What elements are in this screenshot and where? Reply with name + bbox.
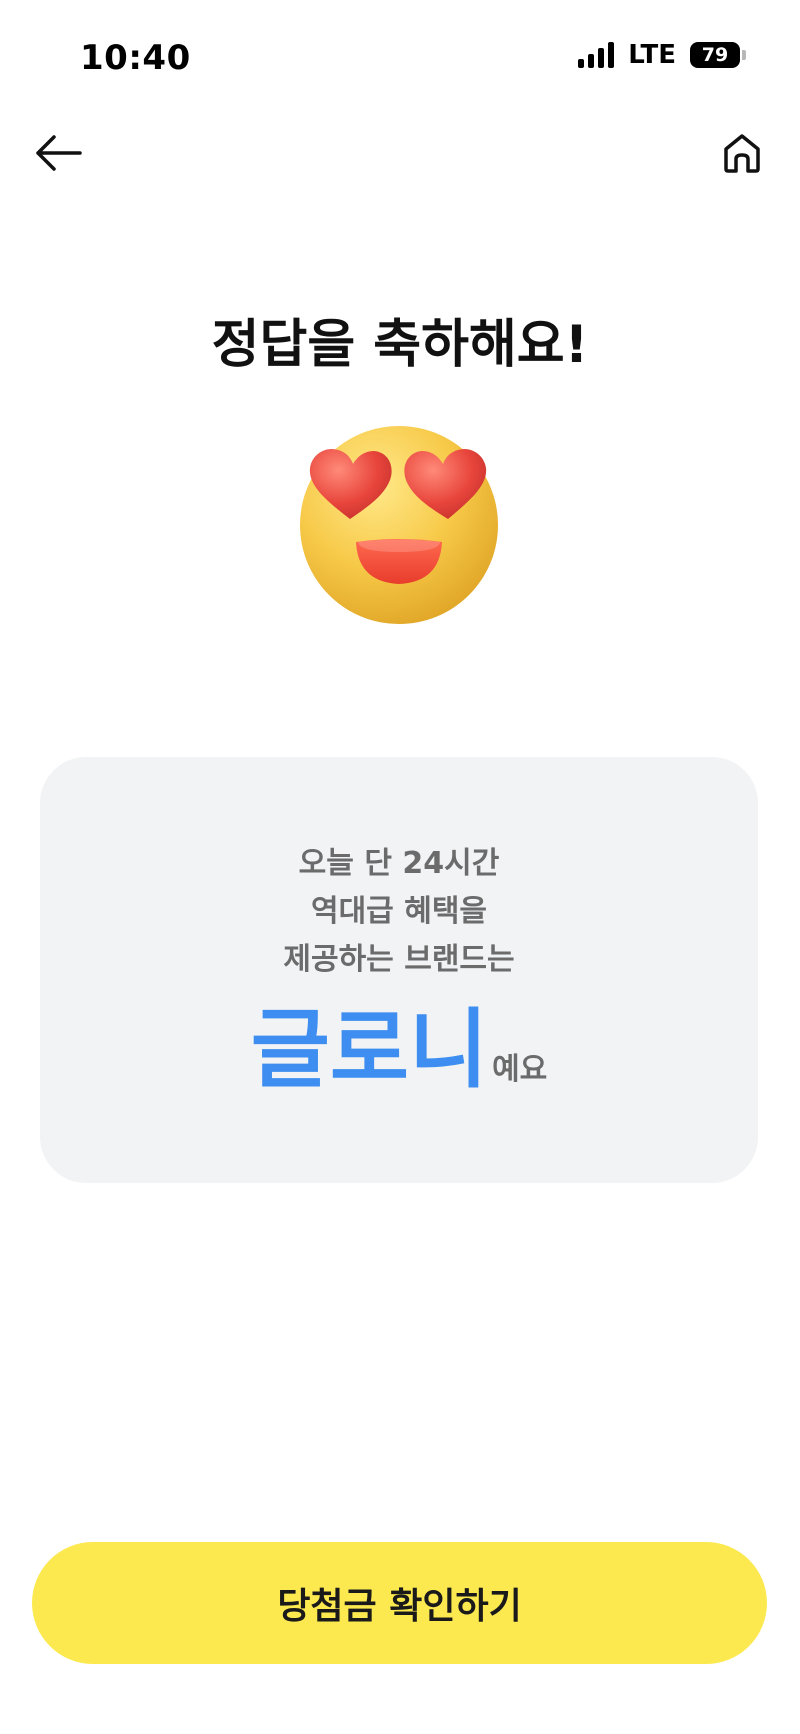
card-line: 제공하는 브랜드는 — [283, 942, 515, 977]
navigation-bar — [0, 115, 800, 195]
answer-row: 글로니 예요 — [40, 979, 758, 1104]
status-time: 10:40 — [80, 38, 191, 78]
quiz-answer-card: 오늘 단 24시간 역대급 혜택을 제공하는 브랜드는 글로니 예요 — [40, 757, 758, 1183]
card-line: 오늘 단 24시간 — [298, 846, 500, 881]
battery-level: 79 — [701, 44, 729, 66]
back-button[interactable] — [30, 125, 86, 181]
card-description: 오늘 단 24시간 역대급 혜택을 제공하는 브랜드는 — [40, 840, 758, 984]
arrow-left-icon — [36, 135, 82, 171]
home-icon — [724, 134, 760, 173]
page-title: 정답을 축하해요! — [211, 315, 589, 375]
signal-strength-icon — [578, 42, 615, 68]
card-line: 역대급 혜택을 — [310, 894, 488, 929]
answer-suffix: 예요 — [492, 1052, 548, 1087]
status-bar: 10:40 LTE 79 — [0, 0, 800, 110]
network-type: LTE — [628, 40, 676, 70]
battery-icon: 79 — [690, 42, 746, 68]
check-prize-button[interactable]: 당첨금 확인하기 — [32, 1542, 767, 1664]
home-button[interactable] — [714, 125, 770, 181]
answer-brand-name: 글로니 — [250, 1000, 489, 1100]
status-indicators: LTE 79 — [578, 40, 746, 70]
heart-eyes-emoji-icon — [298, 424, 500, 626]
